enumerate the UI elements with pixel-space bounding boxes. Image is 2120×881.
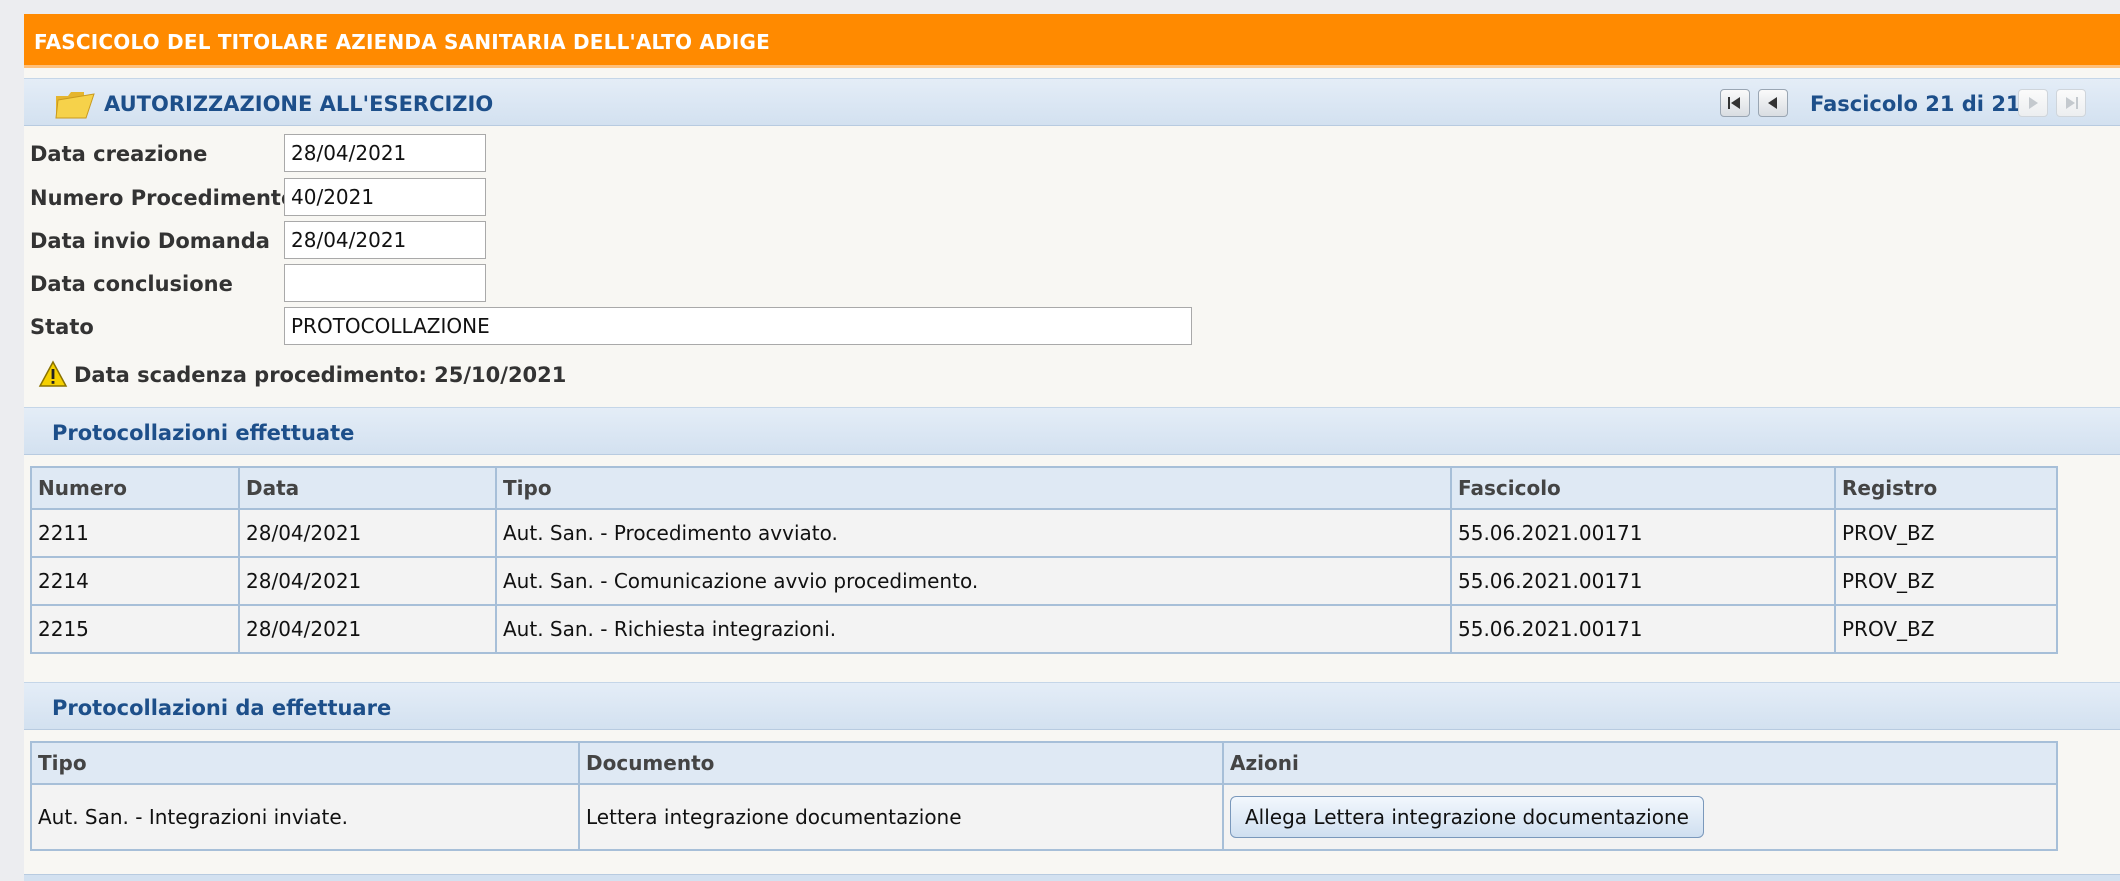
table-cell: 55.06.2021.00171 [1450, 508, 1836, 558]
column-header: Registro [1834, 466, 2058, 510]
numero-procedimento-field[interactable] [284, 178, 486, 216]
table-header-row: Numero Data Tipo Fascicolo Registro [30, 466, 2058, 510]
table-cell: 2215 [30, 604, 240, 654]
table-cell: 2214 [30, 556, 240, 606]
column-header: Numero [30, 466, 240, 510]
column-header: Documento [578, 741, 1224, 785]
section-title: AUTORIZZAZIONE ALL'ESERCIZIO [104, 92, 494, 116]
first-page-button[interactable] [1720, 89, 1750, 117]
column-header: Tipo [30, 741, 580, 785]
table-cell: 2211 [30, 508, 240, 558]
pager-info: Fascicolo 21 di 21 [1810, 92, 2021, 116]
label-data-creazione: Data creazione [30, 142, 208, 166]
column-header: Tipo [495, 466, 1452, 510]
last-page-button[interactable] [2056, 89, 2086, 117]
page-frame: FASCICOLO DEL TITOLARE AZIENDA SANITARIA… [24, 14, 2120, 881]
column-header: Azioni [1222, 741, 2058, 785]
column-header: Data [238, 466, 497, 510]
warning-triangle-icon [38, 360, 68, 387]
deadline-warning: Data scadenza procedimento: 25/10/2021 [38, 360, 566, 392]
previous-page-icon [1768, 97, 1777, 109]
table-cell: PROV_BZ [1834, 508, 2058, 558]
table-cell: 55.06.2021.00171 [1450, 556, 1836, 606]
section-header-protocollazioni-effettuate: Protocollazioni effettuate [24, 407, 2120, 455]
table-row: Aut. San. - Integrazioni inviate. Letter… [30, 783, 2058, 851]
previous-page-button[interactable] [1758, 89, 1788, 117]
first-page-icon [1728, 97, 1740, 109]
table-cell: Lettera integrazione documentazione [578, 783, 1224, 851]
table-row: 2211 28/04/2021 Aut. San. - Procedimento… [30, 508, 2058, 558]
table-cell: 28/04/2021 [238, 508, 497, 558]
next-page-icon [2029, 97, 2038, 109]
table-cell: PROV_BZ [1834, 556, 2058, 606]
protocollazioni-effettuate-table: Numero Data Tipo Fascicolo Registro 2211… [30, 466, 2058, 654]
protocollazioni-da-effettuare-table: Tipo Documento Azioni Aut. San. - Integr… [30, 741, 2058, 851]
attach-letter-button[interactable]: Allega Lettera integrazione documentazio… [1230, 796, 1704, 838]
section-title-protocollazioni-da-effettuare: Protocollazioni da effettuare [52, 696, 392, 720]
label-data-conclusione: Data conclusione [30, 272, 233, 296]
label-data-invio-domanda: Data invio Domanda [30, 229, 270, 253]
table-cell: PROV_BZ [1834, 604, 2058, 654]
label-stato: Stato [30, 315, 94, 339]
column-header: Fascicolo [1450, 466, 1836, 510]
label-numero-procedimento: Numero Procedimento [30, 186, 296, 210]
next-page-button[interactable] [2018, 89, 2048, 117]
table-cell: Aut. San. - Richiesta integrazioni. [495, 604, 1452, 654]
table-cell: 28/04/2021 [238, 604, 497, 654]
table-cell: Aut. San. - Comunicazione avvio procedim… [495, 556, 1452, 606]
data-creazione-field[interactable] [284, 134, 486, 172]
last-page-icon [2066, 97, 2078, 109]
table-cell: Aut. San. - Integrazioni inviate. [30, 783, 580, 851]
table-header-row: Tipo Documento Azioni [30, 741, 2058, 785]
section-header-protocollazioni-da-effettuare: Protocollazioni da effettuare [24, 682, 2120, 730]
data-invio-domanda-field[interactable] [284, 221, 486, 259]
stato-field[interactable] [284, 307, 1192, 345]
page-header: FASCICOLO DEL TITOLARE AZIENDA SANITARIA… [24, 14, 2120, 68]
section-header-autorizzazione: AUTORIZZAZIONE ALL'ESERCIZIO Fascicolo 2… [24, 78, 2120, 126]
table-cell-actions: Allega Lettera integrazione documentazio… [1222, 783, 2058, 851]
table-row: 2215 28/04/2021 Aut. San. - Richiesta in… [30, 604, 2058, 654]
data-conclusione-field[interactable] [284, 264, 486, 302]
table-cell: 55.06.2021.00171 [1450, 604, 1836, 654]
table-cell: 28/04/2021 [238, 556, 497, 606]
folder-icon [52, 88, 96, 122]
pager: Fascicolo 21 di 21 [1720, 89, 2086, 119]
deadline-warning-text: Data scadenza procedimento: 25/10/2021 [74, 363, 567, 387]
table-cell: Aut. San. - Procedimento avviato. [495, 508, 1452, 558]
page-title: FASCICOLO DEL TITOLARE AZIENDA SANITARIA… [34, 30, 770, 54]
section-title-protocollazioni-effettuate: Protocollazioni effettuate [52, 421, 355, 445]
table-row: 2214 28/04/2021 Aut. San. - Comunicazion… [30, 556, 2058, 606]
